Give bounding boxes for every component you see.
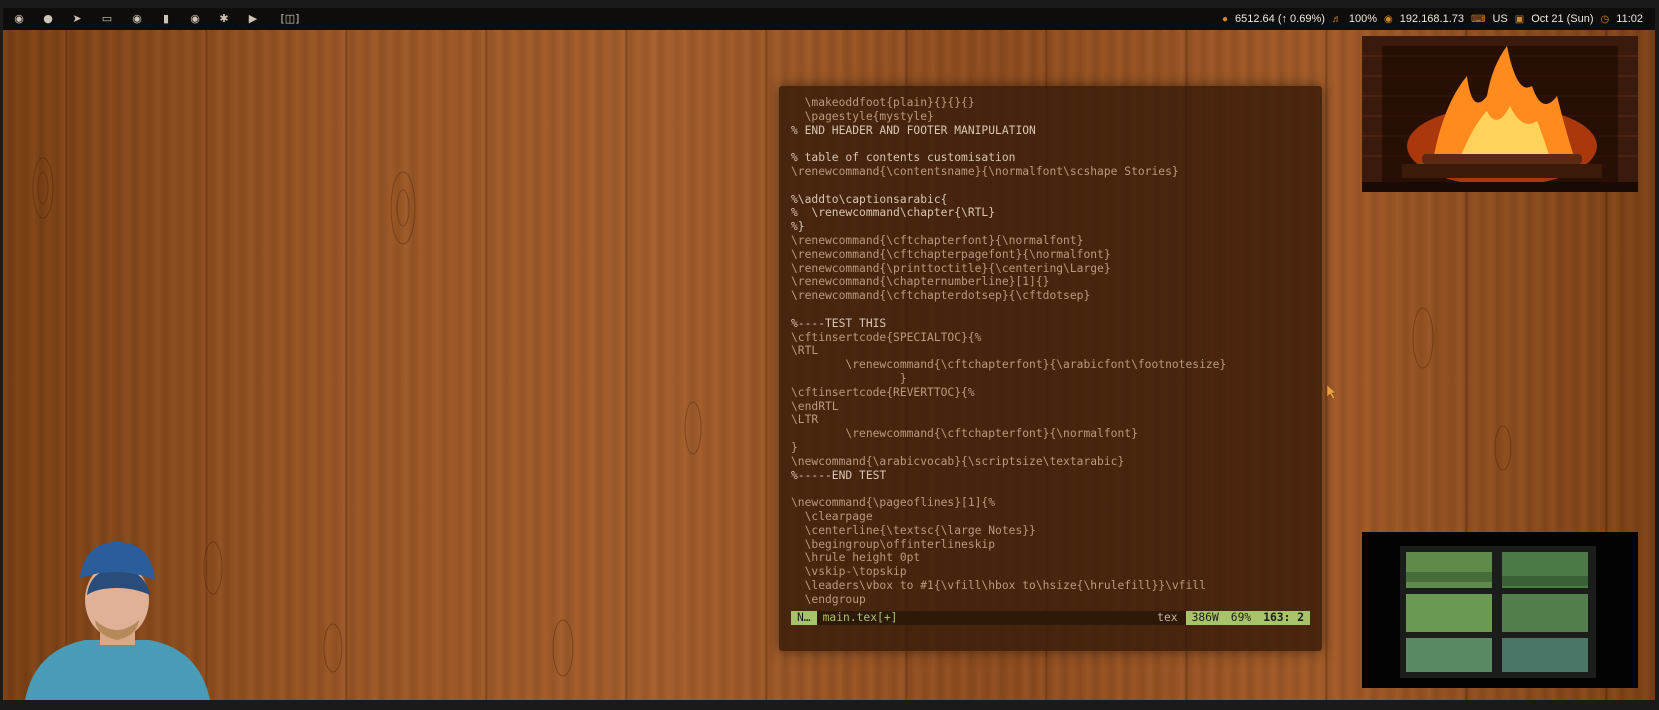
code-line[interactable]: \endgroup (791, 593, 1226, 607)
code-line[interactable]: \renewcommand{\contentsname}{\normalfont… (791, 165, 1226, 179)
menu-logo-icon[interactable]: ◉ (11, 11, 27, 27)
code-line[interactable]: \renewcommand{\chapternumberline}[1]{} (791, 275, 1226, 289)
code-line[interactable]: \cftinsertcode{REVERTTOC}{% (791, 386, 1226, 400)
rain-window-video[interactable] (1362, 532, 1638, 688)
code-line[interactable]: % table of contents customisation (791, 151, 1226, 165)
fireplace-video[interactable] (1362, 36, 1638, 192)
code-line[interactable] (791, 137, 1226, 151)
code-line[interactable]: \vskip-\topskip (791, 565, 1226, 579)
keyboard-layout[interactable]: US (1492, 13, 1507, 25)
microphone-icon[interactable]: ▮ (158, 11, 174, 27)
drive-icon[interactable]: ▭ (99, 11, 115, 27)
word-count: 386W (1185, 611, 1225, 625)
code-line[interactable]: \makeoddfoot{plain}{}{}{} (791, 96, 1226, 110)
window-image (1362, 532, 1638, 688)
vim-editor-window[interactable]: \makeoddfoot{plain}{}{}{} \pagestyle{mys… (779, 86, 1322, 651)
code-line[interactable]: %\addto\captionsarabic{ (791, 193, 1226, 207)
code-line[interactable]: \renewcommand{\cftchapterfont}{\arabicfo… (791, 358, 1226, 372)
vim-statusline: N… main.tex[+] tex 386W 69% 163: 2 (791, 611, 1310, 625)
code-buffer[interactable]: \makeoddfoot{plain}{}{}{} \pagestyle{mys… (791, 96, 1226, 606)
scroll-percent: 69% (1224, 611, 1258, 625)
code-line[interactable]: \pagestyle{mystyle} (791, 110, 1226, 124)
code-line[interactable]: \renewcommand{\cftchapterfont}{\normalfo… (791, 234, 1226, 248)
code-line[interactable]: \renewcommand{\cftchapterdotsep}{\cftdot… (791, 289, 1226, 303)
code-line[interactable]: } (791, 441, 1226, 455)
network-icon[interactable]: ◉ (1384, 14, 1393, 25)
code-line[interactable]: % END HEADER AND FOOTER MANIPULATION (791, 124, 1226, 138)
file-name: main.tex[+] (816, 611, 1150, 625)
keyboard-icon[interactable]: ⌨ (1471, 14, 1485, 25)
code-line[interactable]: %----TEST THIS (791, 317, 1226, 331)
status-area: ● 6512.64 (↑ 0.69%) ♬ 100% ◉ 192.168.1.7… (1222, 8, 1643, 30)
code-line[interactable]: \cftinsertcode{SPECIALTOC}{% (791, 331, 1226, 345)
clock-icon[interactable]: ◷ (1601, 14, 1610, 25)
volume-level[interactable]: 100% (1349, 13, 1377, 25)
code-line[interactable] (791, 482, 1226, 496)
webcam-overlay (25, 540, 210, 700)
code-line[interactable]: \renewcommand{\printtoctitle}{\centering… (791, 262, 1226, 276)
code-line[interactable]: \hrule height 0pt (791, 551, 1226, 565)
cursor-position: 163: 2 (1257, 611, 1310, 625)
slack-icon[interactable]: ✱ (216, 11, 232, 27)
top-panel: ◉ ● ➤ ▭ ◉ ▮ ◉ ✱ ▶ [◫] ● 6512.64 (↑ 0.69%… (3, 8, 1655, 30)
code-line[interactable]: \renewcommand{\cftchapterfont}{\normalfo… (791, 427, 1226, 441)
date[interactable]: Oct 21 (Sun) (1531, 13, 1593, 25)
volume-icon[interactable]: ♬ (1332, 14, 1342, 25)
firefox-icon[interactable]: ● (40, 11, 56, 27)
code-line[interactable]: \renewcommand{\cftchapterpagefont}{\norm… (791, 248, 1226, 262)
code-line[interactable]: \leaders\vbox to #1{\vfill\hbox to\hsize… (791, 579, 1226, 593)
calendar-icon[interactable]: ▣ (1515, 14, 1524, 25)
code-line[interactable]: \begingroup\offinterlineskip (791, 538, 1226, 552)
code-line[interactable]: \centerline{\textsc{\large Notes}} (791, 524, 1226, 538)
mouse-cursor-icon (1327, 385, 1337, 399)
code-line[interactable]: } (791, 372, 1226, 386)
presenter-image (25, 542, 210, 700)
vim-mode: N… (791, 611, 817, 625)
time[interactable]: 11:02 (1616, 13, 1643, 25)
code-line[interactable]: % \renewcommand\chapter{\RTL} (791, 206, 1226, 220)
code-line[interactable]: \endRTL (791, 400, 1226, 414)
code-line[interactable]: %} (791, 220, 1226, 234)
bitcoin-icon: ● (1221, 13, 1229, 25)
code-line[interactable]: %-----END TEST (791, 469, 1226, 483)
fireplace-image (1362, 36, 1638, 192)
file-type: tex (1149, 611, 1186, 625)
screen: ◉ ● ➤ ▭ ◉ ▮ ◉ ✱ ▶ [◫] ● 6512.64 (↑ 0.69%… (0, 0, 1659, 710)
code-line[interactable] (791, 179, 1226, 193)
code-line[interactable]: \RTL (791, 344, 1226, 358)
code-line[interactable]: \newcommand{\arabicvocab}{\scriptsize\te… (791, 455, 1226, 469)
code-line[interactable]: \clearpage (791, 510, 1226, 524)
github-icon[interactable]: ◉ (187, 11, 203, 27)
code-line[interactable]: \newcommand{\pageoflines}[1]{% (791, 496, 1226, 510)
code-line[interactable] (791, 303, 1226, 317)
telegram-icon[interactable]: ➤ (69, 11, 85, 27)
code-line[interactable]: \LTR (791, 413, 1226, 427)
youtube-icon[interactable]: ▶ (245, 11, 261, 27)
ip-address[interactable]: 192.168.1.73 (1400, 13, 1464, 25)
palette-icon[interactable]: ◉ (129, 11, 145, 27)
btc-price: 6512.64 (↑ 0.69%) (1235, 13, 1325, 25)
windows-icon[interactable]: [◫] (277, 11, 303, 27)
